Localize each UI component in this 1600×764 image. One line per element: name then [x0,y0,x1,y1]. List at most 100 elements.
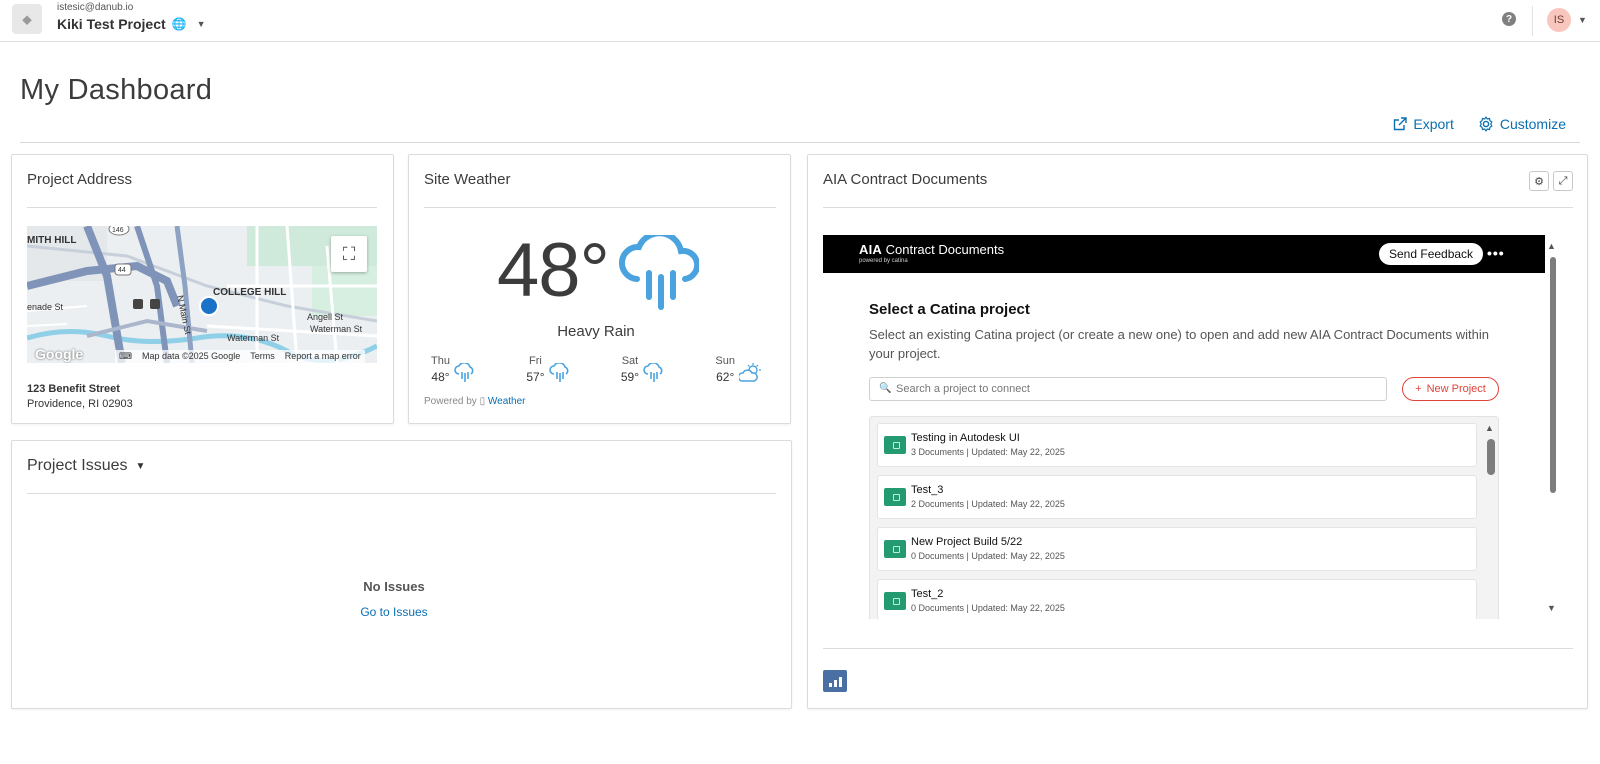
scrollbar[interactable]: ▲ ▼ [1545,235,1559,619]
customize-label: Customize [1499,116,1566,132]
project-search-input[interactable]: 🔍 Search a project to connect [869,377,1387,401]
list-item[interactable]: New Project Build 5/22 0 Documents | Upd… [877,527,1477,571]
scroll-up-icon[interactable]: ▲ [1485,423,1494,433]
map[interactable]: MITH HILL COLLEGE HILL N Main St Angell … [27,226,377,363]
list-item[interactable]: Test_3 2 Documents | Updated: May 22, 20… [877,475,1477,519]
scrollbar[interactable]: ▲ [1482,417,1498,619]
search-placeholder: Search a project to connect [896,383,1030,395]
partly-sunny-icon [738,363,761,382]
export-button[interactable]: Export [1393,116,1454,132]
rain-icon [643,363,663,382]
more-options-icon[interactable]: ••• [1487,245,1505,261]
project-meta: 2 Documents | Updated: May 22, 2025 [911,499,1065,509]
dashboard-actions: Export Customize [1393,116,1566,132]
current-temperature: 48° [497,228,610,313]
go-to-issues-link[interactable]: Go to Issues [12,605,776,619]
project-address-card: Project Address MITH HILL COLLEGE HILL N… [11,154,394,424]
weather-condition: Heavy Rain [557,323,635,340]
map-label-waterman-st-2: Waterman St [310,324,363,334]
powered-by: Powered by ▯ Weather [424,396,526,407]
new-project-label: New Project [1426,383,1486,395]
card-title: Project Issues [27,457,128,474]
embed-header: AIA Contract Documents powered by catina… [823,235,1545,273]
aia-logo-text: Contract Documents [885,242,1005,257]
project-icon [884,488,906,506]
forecast-day: Thu 48° [431,353,476,385]
map-label-waterman-st: Waterman St [227,333,280,343]
expand-icon[interactable]: ⤢ [1553,171,1573,191]
export-label: Export [1413,116,1454,132]
project-meta: 0 Documents | Updated: May 22, 2025 [911,551,1065,561]
aia-logo-bold: AIA [859,242,882,257]
help-icon[interactable]: ? [1502,12,1516,26]
scrollbar-thumb[interactable] [1550,257,1556,493]
top-bar: ⬥ istesic@danub.io Kiki Test Project 🌐 ▼… [0,0,1600,42]
scroll-up-icon[interactable]: ▲ [1547,241,1556,251]
page-title: My Dashboard [20,74,213,106]
project-issues-card: Project Issues ▼ No Issues Go to Issues [11,440,792,709]
gear-icon [1479,116,1493,132]
project-meta: 0 Documents | Updated: May 22, 2025 [911,603,1065,613]
scrollbar-thumb[interactable] [1487,439,1495,475]
forecast-temp: 62° [716,370,735,384]
list-item[interactable]: Test_2 0 Documents | Updated: May 22, 20… [877,579,1477,619]
analytics-icon[interactable] [823,670,847,692]
project-name: New Project Build 5/22 [911,536,1023,548]
forecast: Thu 48° Fri 57° Sat 59° Sun 62° [431,353,761,385]
scroll-down-icon[interactable]: ▼ [1547,603,1556,613]
terms-link[interactable]: Terms [250,351,275,362]
chevron-down-icon[interactable]: ▼ [1578,15,1587,25]
search-icon: 🔍 [879,383,892,394]
customize-button[interactable]: Customize [1478,116,1566,132]
powered-by-catina: powered by catina [859,258,908,264]
avatar[interactable]: IS [1547,8,1571,32]
export-icon [1394,117,1408,131]
map-label-esplanade: enade St [27,302,64,312]
list-item[interactable]: Testing in Autodesk UI 3 Documents | Upd… [877,423,1477,467]
chevron-down-icon[interactable]: ▼ [197,19,206,29]
keyboard-icon[interactable]: ⌨ [119,351,132,362]
rain-icon [454,363,474,382]
rain-icon [619,235,699,310]
forecast-temp: 48° [431,370,450,384]
card-title: AIA Contract Documents [823,171,988,188]
report-map-error-link[interactable]: Report a map error [285,351,361,362]
forecast-day: Sun 62° [715,353,761,385]
project-name: Test_2 [911,588,944,600]
map-label-college-hill: COLLEGE HILL [213,287,286,298]
divider [823,648,1573,649]
project-thumbnail-icon[interactable]: ⬥ [12,4,42,34]
settings-icon[interactable]: ⚙ [1529,171,1549,191]
globe-icon: 🌐 [171,17,187,31]
map-label-angell-st: Angell St [307,312,344,322]
divider [424,207,776,208]
weather-brand-link[interactable]: Weather [488,396,526,407]
card-title: Project Address [27,171,133,188]
issues-dropdown[interactable]: Project Issues ▼ [27,457,145,475]
new-project-button[interactable]: + New Project [1402,377,1499,401]
card-toolbar: ⚙ ⤢ [1529,171,1573,191]
project-name: Testing in Autodesk UI [911,432,1020,444]
send-feedback-button[interactable]: Send Feedback [1379,243,1484,265]
forecast-temp: 57° [526,370,545,384]
aia-contract-documents-card: AIA Contract Documents ⚙ ⤢ AIA Contract … [807,154,1588,709]
divider [27,493,776,494]
project-icon [884,436,906,454]
forecast-day-label: Fri [529,355,542,367]
forecast-day: Fri 57° [526,353,570,385]
forecast-day: Sat 59° [621,353,665,385]
project-icon [884,592,906,610]
divider [27,207,377,208]
project-name: Kiki Test Project [57,16,166,32]
powered-prefix: Powered by [424,396,477,407]
fullscreen-icon[interactable]: ⛶ [331,236,367,272]
forecast-day-label: Sun [715,355,735,367]
plus-icon: + [1415,383,1422,395]
project-selector[interactable]: Kiki Test Project 🌐 ▼ [57,16,206,32]
forecast-day-label: Sat [621,355,639,367]
chevron-down-icon: ▼ [135,460,146,472]
project-name: Test_3 [911,484,944,496]
map-footer: Google ⌨ Map data ©2025 Google Terms Rep… [27,346,377,363]
select-project-description: Select an existing Catina project (or cr… [869,327,1490,361]
map-label-smith-hill: MITH HILL [27,235,76,246]
